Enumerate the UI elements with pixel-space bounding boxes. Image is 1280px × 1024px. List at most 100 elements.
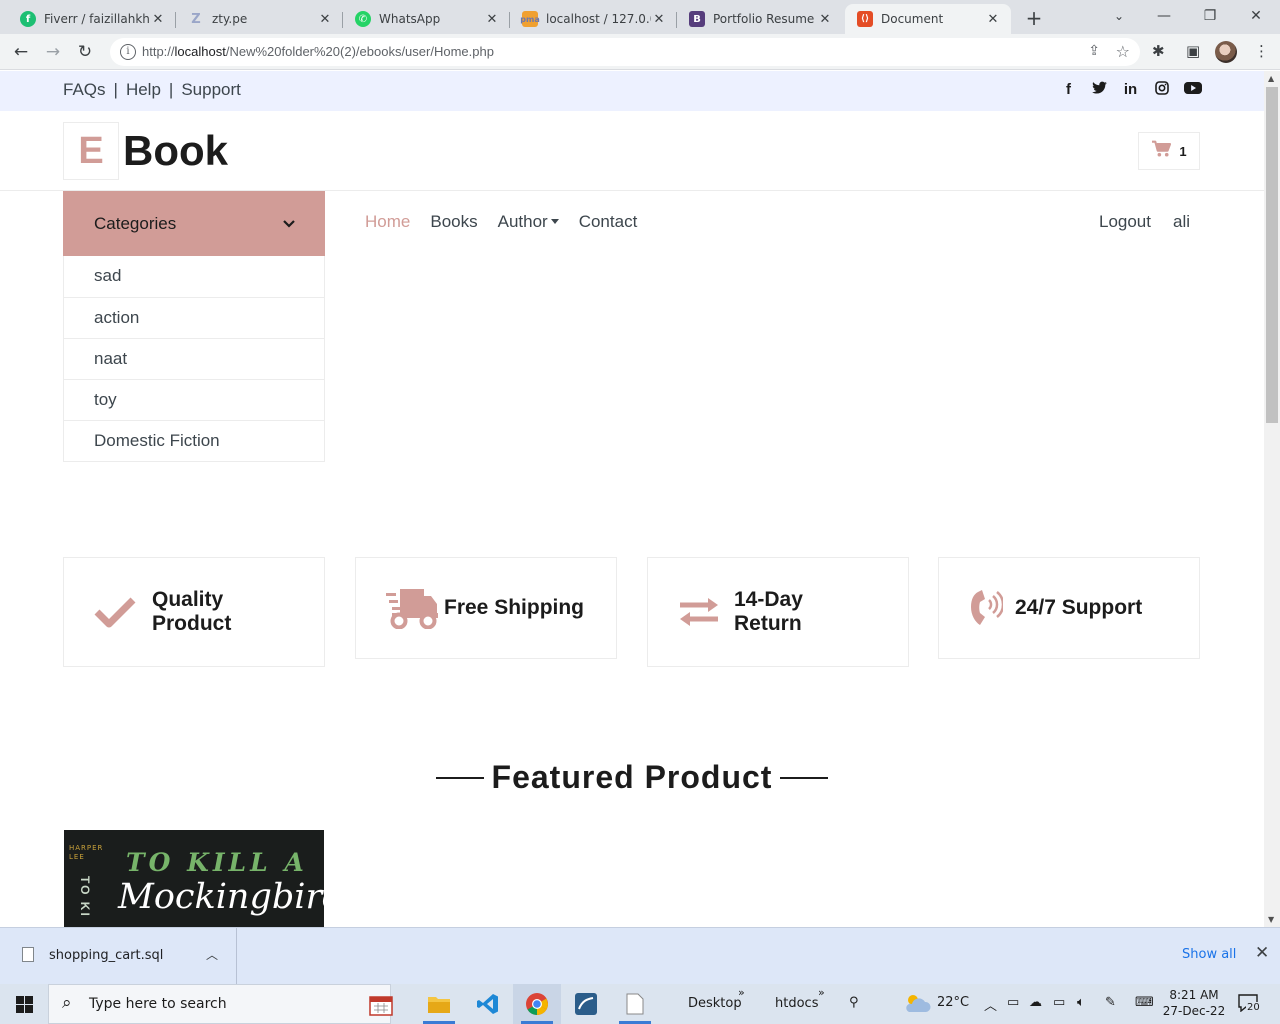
- clock-time: 8:21 AM: [1169, 988, 1219, 1002]
- twitter-icon[interactable]: [1091, 80, 1108, 100]
- meet-icon[interactable]: ▭: [1007, 995, 1019, 1010]
- tab-portfolio[interactable]: B Portfolio Resume - ✕: [677, 4, 843, 34]
- close-icon[interactable]: ✕: [1255, 943, 1269, 963]
- restore-icon[interactable]: ❐: [1196, 4, 1224, 28]
- cover-author: HARPER LEE: [69, 844, 104, 861]
- forward-icon[interactable]: →: [41, 40, 65, 64]
- phpmyadmin-icon: pma: [520, 11, 540, 27]
- file-explorer-icon[interactable]: [415, 984, 463, 1024]
- mysql-workbench-icon[interactable]: [562, 984, 610, 1024]
- nav-author-label: Author: [497, 212, 548, 231]
- scroll-up-icon[interactable]: ▲: [1268, 74, 1274, 83]
- show-all-button[interactable]: Show all: [1182, 947, 1236, 962]
- bookmark-star-icon[interactable]: ☆: [1116, 42, 1130, 61]
- tab-title: zty.pe: [212, 12, 248, 26]
- support-link[interactable]: Support: [181, 80, 241, 99]
- taskbar-search[interactable]: ⌕ Type here to search: [48, 984, 393, 1024]
- tab-title: Portfolio Resume -: [713, 12, 817, 26]
- volume-icon[interactable]: 🔈︎: [1077, 995, 1085, 1010]
- minimize-icon[interactable]: —: [1150, 4, 1178, 28]
- close-tab-icon[interactable]: ✕: [817, 12, 833, 27]
- nav-books[interactable]: Books: [430, 212, 477, 232]
- download-bar: shopping_cart.sql ︿ Show all ✕: [0, 927, 1280, 984]
- taskbar-clock[interactable]: 8:21 AM 27-Dec-22: [1162, 987, 1226, 1019]
- people-icon[interactable]: ⚲: [849, 995, 859, 1010]
- fiverr-icon: f: [20, 11, 36, 27]
- chevron-up-icon[interactable]: ︿: [984, 995, 997, 1014]
- windows-start-icon[interactable]: [0, 984, 48, 1024]
- search-placeholder: Type here to search: [89, 996, 227, 1012]
- reload-icon[interactable]: ↻: [73, 40, 97, 64]
- extensions-icon[interactable]: ✱: [1152, 42, 1165, 60]
- feature-text: 14-Day Return: [734, 588, 803, 635]
- onedrive-icon[interactable]: ☁: [1029, 995, 1042, 1010]
- url-text[interactable]: http://localhost/New%20folder%20(2)/eboo…: [142, 44, 494, 59]
- feature-shipping: Free Shipping: [355, 557, 617, 659]
- tab-ztype[interactable]: Z zty.pe ✕: [176, 4, 343, 34]
- notepad-icon[interactable]: [611, 984, 659, 1024]
- share-icon[interactable]: ⇪: [1088, 43, 1100, 59]
- pen-icon[interactable]: ✎: [1105, 995, 1116, 1010]
- instagram-icon[interactable]: [1153, 80, 1170, 100]
- categories-list: sad action naat toy Domestic Fiction: [63, 256, 325, 462]
- site-info-icon[interactable]: i: [120, 44, 136, 60]
- tab-phpmyadmin[interactable]: pma localhost / 127.0.0.1 ✕: [510, 4, 677, 34]
- tab-search-icon[interactable]: ⌄: [1105, 4, 1133, 28]
- nav-home[interactable]: Home: [365, 212, 410, 232]
- facebook-icon[interactable]: f: [1060, 80, 1077, 100]
- close-tab-icon[interactable]: ✕: [150, 12, 166, 27]
- back-icon[interactable]: ←: [9, 40, 33, 64]
- close-tab-icon[interactable]: ✕: [651, 12, 667, 27]
- new-tab-icon[interactable]: +: [1022, 6, 1046, 30]
- category-item[interactable]: Domestic Fiction: [64, 420, 324, 461]
- logout-link[interactable]: Logout: [1099, 212, 1151, 232]
- close-window-icon[interactable]: ✕: [1242, 4, 1270, 28]
- close-tab-icon[interactable]: ✕: [484, 12, 500, 27]
- notification-icon[interactable]: 20: [1238, 994, 1262, 1014]
- weather-icon[interactable]: [903, 992, 931, 1018]
- side-panel-icon[interactable]: ▣: [1186, 42, 1200, 60]
- htdocs-expand-icon[interactable]: »: [818, 986, 825, 999]
- youtube-icon[interactable]: [1184, 80, 1202, 100]
- nav-author[interactable]: Author: [498, 212, 559, 232]
- download-item[interactable]: shopping_cart.sql ︿: [0, 928, 237, 984]
- feature-text: Quality Product: [152, 588, 232, 635]
- network-icon[interactable]: ▭: [1053, 995, 1065, 1010]
- tab-fiverr[interactable]: f Fiverr / faizillahkhan ✕: [8, 4, 176, 34]
- desktop-toolbar[interactable]: Desktop: [688, 996, 742, 1011]
- page-scrollbar[interactable]: ▲ ▼: [1264, 71, 1280, 927]
- username-link[interactable]: ali: [1173, 212, 1190, 232]
- categories-toggle[interactable]: Categories: [63, 191, 325, 256]
- faqs-link[interactable]: FAQs: [63, 80, 106, 99]
- logo-letter: E: [63, 122, 119, 180]
- keyboard-icon[interactable]: ⌨: [1135, 995, 1154, 1010]
- scrollbar-thumb[interactable]: [1266, 87, 1278, 423]
- cart-button[interactable]: 1: [1138, 132, 1200, 170]
- menu-dots-icon[interactable]: ⋮: [1254, 42, 1269, 60]
- temperature: 22°C: [937, 995, 970, 1010]
- product-image[interactable]: HARPER LEE TO KILL A Mockingbird TO KI: [64, 830, 324, 927]
- chevron-up-icon[interactable]: ︿: [206, 946, 218, 963]
- linkedin-icon[interactable]: in: [1122, 80, 1139, 100]
- category-item[interactable]: action: [64, 297, 324, 338]
- category-item[interactable]: toy: [64, 379, 324, 420]
- desktop-expand-icon[interactable]: »: [738, 986, 745, 999]
- chrome-icon[interactable]: [513, 984, 561, 1024]
- scroll-down-icon[interactable]: ▼: [1268, 915, 1274, 924]
- phone-volume-icon: [969, 586, 1009, 630]
- site-logo[interactable]: E Book: [63, 122, 228, 180]
- nav-contact[interactable]: Contact: [579, 212, 638, 232]
- category-item[interactable]: sad: [64, 256, 324, 297]
- vscode-icon[interactable]: [464, 984, 512, 1024]
- close-tab-icon[interactable]: ✕: [985, 12, 1001, 27]
- htdocs-toolbar[interactable]: htdocs: [775, 996, 818, 1011]
- html-icon: ⟨⟩: [857, 11, 873, 27]
- tab-whatsapp[interactable]: ✆ WhatsApp ✕: [343, 4, 510, 34]
- profile-avatar[interactable]: [1215, 41, 1237, 63]
- feature-text: Free Shipping: [444, 596, 585, 619]
- help-link[interactable]: Help: [126, 80, 161, 99]
- tab-document[interactable]: ⟨⟩ Document ✕: [845, 4, 1011, 34]
- category-item[interactable]: naat: [64, 338, 324, 379]
- close-tab-icon[interactable]: ✕: [317, 12, 333, 27]
- address-bar[interactable]: i http://localhost/New%20folder%20(2)/eb…: [110, 38, 1140, 66]
